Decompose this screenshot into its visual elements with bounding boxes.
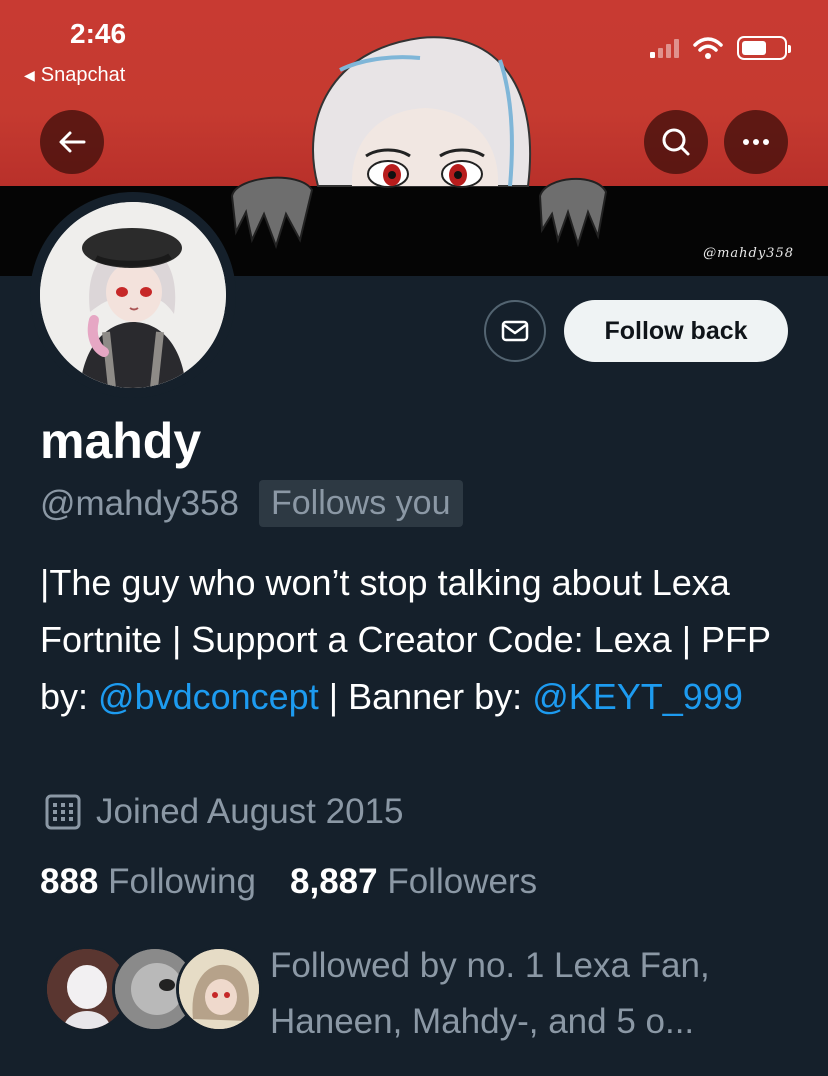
joined-date-row: Joined August 2015 (44, 792, 403, 832)
bio-link-pfp-artist[interactable]: @bvdconcept (98, 676, 319, 717)
back-triangle-icon: ◀ (24, 67, 35, 83)
back-to-app[interactable]: ◀ Snapchat (24, 64, 125, 87)
mutual-avatars (44, 944, 262, 1034)
wifi-icon (693, 37, 723, 59)
followers-label: Followers (387, 862, 538, 901)
search-button[interactable] (644, 110, 708, 174)
back-button[interactable] (40, 110, 104, 174)
handle-row: @mahdy358 Follows you (40, 480, 463, 527)
followed-by-row[interactable]: Followed by no. 1 Lexa Fan, Haneen, Mahd… (44, 944, 790, 1050)
more-options-button[interactable] (724, 110, 788, 174)
following-count: 888 (40, 862, 99, 901)
arrow-left-icon (59, 131, 86, 153)
profile-bio: |The guy who won’t stop talking about Le… (40, 554, 800, 725)
calendar-icon (45, 794, 81, 830)
message-button[interactable] (484, 300, 546, 362)
status-time: 2:46 (70, 18, 127, 49)
search-icon (662, 128, 690, 156)
following-link[interactable]: 888 Following (40, 862, 256, 902)
bio-link-banner-artist[interactable]: @KEYT_999 (532, 676, 743, 717)
status-indicators (650, 36, 791, 60)
follow-back-button[interactable]: Follow back (564, 300, 788, 362)
profile-avatar[interactable] (30, 192, 236, 398)
following-label: Following (108, 862, 256, 901)
envelope-icon (501, 320, 529, 342)
followed-by-text: Followed by no. 1 Lexa Fan, Haneen, Mahd… (270, 946, 710, 1041)
joined-date: Joined August 2015 (96, 792, 404, 831)
profile-handle: @mahdy358 (40, 483, 239, 523)
cellular-signal-icon (650, 38, 679, 58)
followers-count: 8,887 (290, 862, 378, 901)
bio-text-2: | Banner by: (318, 676, 533, 717)
avatar-illustration (40, 202, 226, 388)
mutual-avatar (176, 946, 262, 1032)
back-app-label: Snapchat (40, 64, 126, 86)
battery-icon (737, 36, 791, 60)
banner-credit: @mahdy358 (703, 246, 794, 261)
profile-name: mahdy (40, 413, 202, 469)
follows-you-badge: Follows you (258, 480, 463, 527)
follow-stats: 888 Following 8,887 Followers (40, 862, 537, 902)
followers-link[interactable]: 8,887 Followers (290, 862, 537, 902)
more-dots-icon (743, 139, 769, 145)
